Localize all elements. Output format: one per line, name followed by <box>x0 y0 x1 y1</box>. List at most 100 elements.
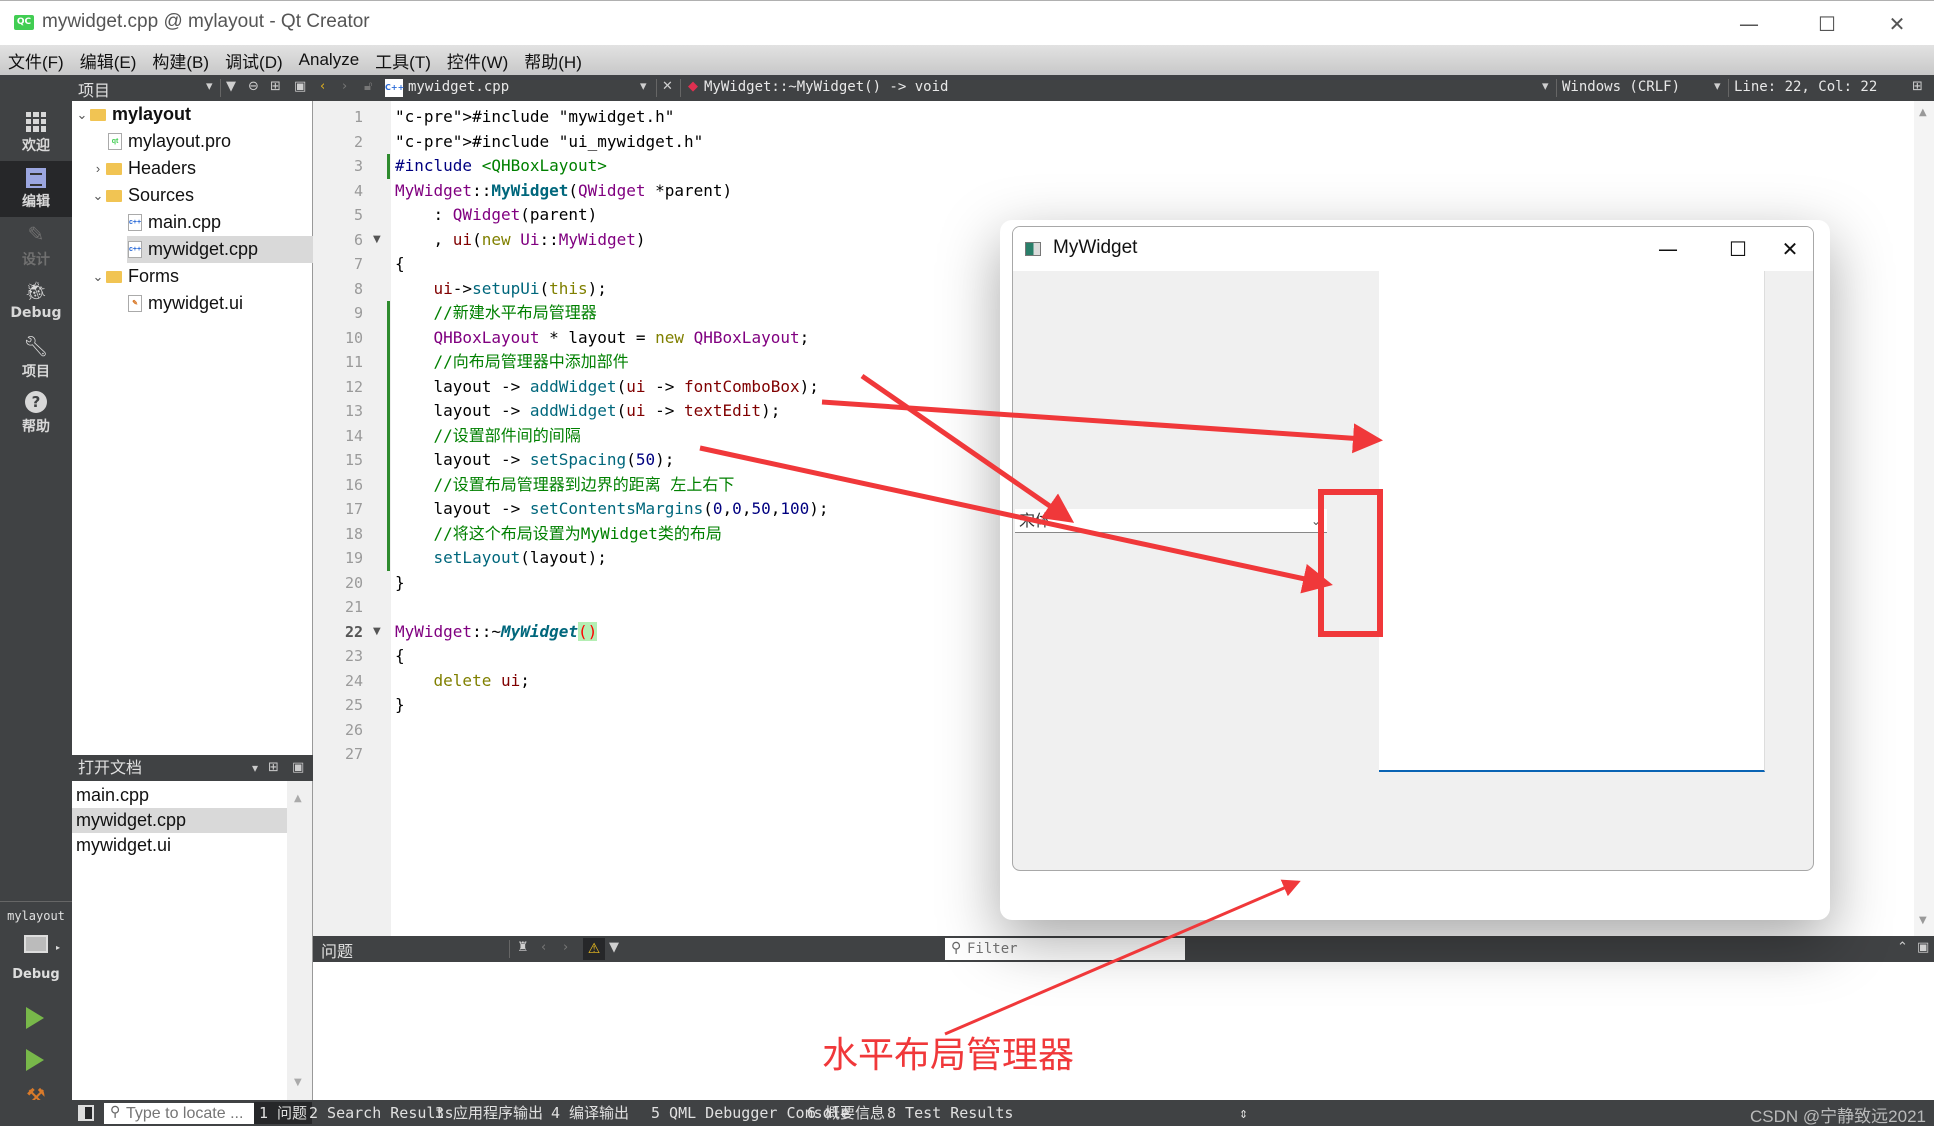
code-line[interactable]: : QWidget(parent) <box>395 203 598 227</box>
menu-tools[interactable]: 工具(T) <box>375 48 431 73</box>
issues-filter-input[interactable] <box>945 938 1185 960</box>
maximize-pane-icon[interactable]: ⌃ <box>1897 940 1908 955</box>
menu-analyze[interactable]: Analyze <box>299 50 359 70</box>
mywidget-close-button[interactable]: ✕ <box>1765 233 1813 265</box>
tree-item-mywidget-cpp[interactable]: c++ mywidget.cpp <box>127 236 313 263</box>
tree-item-sources[interactable]: ⌄ Sources <box>72 182 313 209</box>
open-doc-item[interactable]: mywidget.cpp <box>72 808 287 833</box>
maximize-button[interactable]: ☐ <box>1804 9 1850 39</box>
tree-item-main-cpp[interactable]: c++ main.cpp <box>72 209 313 236</box>
editor-scrollbar[interactable]: ▲ ▼ <box>1914 101 1934 936</box>
link-icon[interactable]: ⊖ <box>248 79 259 94</box>
mode-debug[interactable]: 🐞︎ Debug <box>0 273 72 329</box>
close-button[interactable]: ✕ <box>1874 9 1920 39</box>
code-line[interactable]: //将这个布局设置为MyWidget类的布局 <box>395 522 722 546</box>
code-line[interactable]: #include <QHBoxLayout> <box>395 154 607 178</box>
text-edit[interactable] <box>1379 271 1765 772</box>
menu-edit[interactable]: 编辑(E) <box>80 48 137 73</box>
back-icon[interactable]: ‹ <box>320 79 325 94</box>
scroll-down-icon[interactable]: ▼ <box>1919 915 1927 926</box>
tree-item-mywidget-ui[interactable]: ✎ mywidget.ui <box>72 290 313 317</box>
code-line[interactable]: } <box>395 571 405 595</box>
file-tab[interactable]: mywidget.cpp <box>408 79 509 95</box>
filter-icon[interactable]: ▼ <box>226 79 236 94</box>
code-line[interactable]: QHBoxLayout * layout = new QHBoxLayout; <box>395 326 810 350</box>
menu-help[interactable]: 帮助(H) <box>524 48 582 73</box>
code-line[interactable]: "c-pre">#include "mywidget.h" <box>395 105 674 129</box>
menu-file[interactable]: 文件(F) <box>8 48 64 73</box>
code-line[interactable]: ui->setupUi(this); <box>395 277 607 301</box>
fold-arrow-icon[interactable]: ▼ <box>373 626 381 637</box>
mywidget-minimize-button[interactable]: — <box>1643 233 1693 265</box>
mode-welcome[interactable]: 欢迎 <box>0 105 72 161</box>
code-line[interactable]: //新建水平布局管理器 <box>395 301 597 325</box>
cursor-position[interactable]: Line: 22, Col: 22 <box>1734 79 1877 95</box>
symbol-selector[interactable]: MyWidget::~MyWidget() -> void <box>704 79 948 95</box>
code-line[interactable]: MyWidget::~MyWidget() <box>395 620 598 644</box>
mode-design[interactable]: ✎ 设计 <box>0 217 72 273</box>
warning-filter-icon[interactable]: ⚠ <box>583 938 605 960</box>
docs-scrollbar[interactable]: ▲ ▼ <box>287 781 312 1100</box>
file-dropdown-icon[interactable]: ▾ <box>640 79 647 94</box>
output-tab[interactable]: 3 应用程序输出 <box>430 1102 548 1124</box>
font-combo-box[interactable]: 宋体 ⌄ <box>1015 509 1327 533</box>
close-pane-icon[interactable]: ▣ <box>292 755 304 781</box>
code-line[interactable]: layout -> addWidget(ui -> fontComboBox); <box>395 375 819 399</box>
close-file-icon[interactable]: ✕ <box>662 79 673 94</box>
chevron-right-icon[interactable]: › <box>90 161 106 176</box>
code-line[interactable]: MyWidget::MyWidget(QWidget *parent) <box>395 179 732 203</box>
run-icon[interactable] <box>26 1007 44 1029</box>
mode-help[interactable]: ? 帮助 <box>0 385 72 441</box>
scroll-up-icon[interactable]: ▲ <box>294 793 302 804</box>
pane-dropdown-icon[interactable]: ▾ <box>206 79 213 94</box>
output-tab[interactable]: 6 概要信息 <box>802 1102 890 1124</box>
position-dropdown-icon[interactable]: ▾ <box>1714 79 1721 94</box>
prev-icon[interactable]: ‹ <box>541 940 546 955</box>
code-line[interactable]: //向布局管理器中添加部件 <box>395 350 629 374</box>
chevron-down-icon[interactable]: ⌄ <box>74 107 90 123</box>
output-tab[interactable]: 8 Test Results <box>882 1102 1018 1124</box>
toggle-sidebar-icon[interactable] <box>78 1105 94 1121</box>
debug-run-icon[interactable] <box>26 1049 44 1071</box>
code-line[interactable]: } <box>395 693 405 717</box>
scroll-down-icon[interactable]: ▼ <box>294 1077 302 1088</box>
close-pane-icon[interactable]: ▣ <box>294 79 306 94</box>
mywidget-maximize-button[interactable]: ☐ <box>1713 233 1763 265</box>
close-pane-icon[interactable]: ▣ <box>1917 940 1929 955</box>
open-doc-item[interactable]: main.cpp <box>72 783 287 808</box>
split-icon[interactable]: ⊞ <box>270 79 281 94</box>
mode-projects[interactable]: 🔧︎ 项目 <box>0 329 72 385</box>
docs-dropdown-icon[interactable]: ▾ <box>252 755 258 781</box>
tree-item-project[interactable]: ⌄ mylayout <box>72 101 313 128</box>
open-doc-item[interactable]: mywidget.ui <box>72 833 287 858</box>
monitor-icon[interactable] <box>24 935 48 953</box>
filter-icon[interactable]: ▼ <box>609 940 619 955</box>
line-ending-dropdown-icon[interactable]: ▾ <box>1542 79 1549 94</box>
code-line[interactable]: layout -> setSpacing(50); <box>395 448 675 472</box>
fold-arrow-icon[interactable]: ▼ <box>373 234 381 245</box>
more-tabs-icon[interactable]: ⇕ <box>1234 1102 1253 1124</box>
code-line[interactable]: { <box>395 644 405 668</box>
code-line[interactable]: { <box>395 252 405 276</box>
next-icon[interactable]: › <box>563 940 568 955</box>
code-line[interactable]: , ui(new Ui::MyWidget) <box>395 228 646 252</box>
scroll-up-icon[interactable]: ▲ <box>1919 107 1927 118</box>
output-tab[interactable]: 4 编译输出 <box>546 1102 634 1124</box>
code-line[interactable]: setLayout(layout); <box>395 546 607 570</box>
mode-edit[interactable]: 编辑 <box>0 161 72 217</box>
mywidget-title-bar[interactable]: MyWidget — ☐ ✕ <box>1013 227 1813 271</box>
split-editor-icon[interactable]: ⊞ <box>1912 79 1923 94</box>
minimize-button[interactable]: — <box>1726 9 1772 39</box>
chevron-down-icon[interactable]: ⌄ <box>90 188 106 204</box>
code-line[interactable]: "c-pre">#include "ui_mywidget.h" <box>395 130 703 154</box>
code-line[interactable]: //设置布局管理器到边界的距离 左上右下 <box>395 473 735 497</box>
tree-item-pro-file[interactable]: qt mylayout.pro <box>72 128 313 155</box>
code-line[interactable]: layout -> setContentsMargins(0,0,50,100)… <box>395 497 829 521</box>
tree-item-forms[interactable]: ⌄ Forms <box>72 263 313 290</box>
menu-widgets[interactable]: 控件(W) <box>447 48 508 73</box>
forward-icon[interactable]: › <box>342 79 347 94</box>
clean-icon[interactable]: ♜ <box>517 940 529 955</box>
tree-item-headers[interactable]: › Headers <box>72 155 313 182</box>
code-line[interactable]: delete ui; <box>395 669 530 693</box>
split-icon[interactable]: ⊞ <box>268 755 279 781</box>
